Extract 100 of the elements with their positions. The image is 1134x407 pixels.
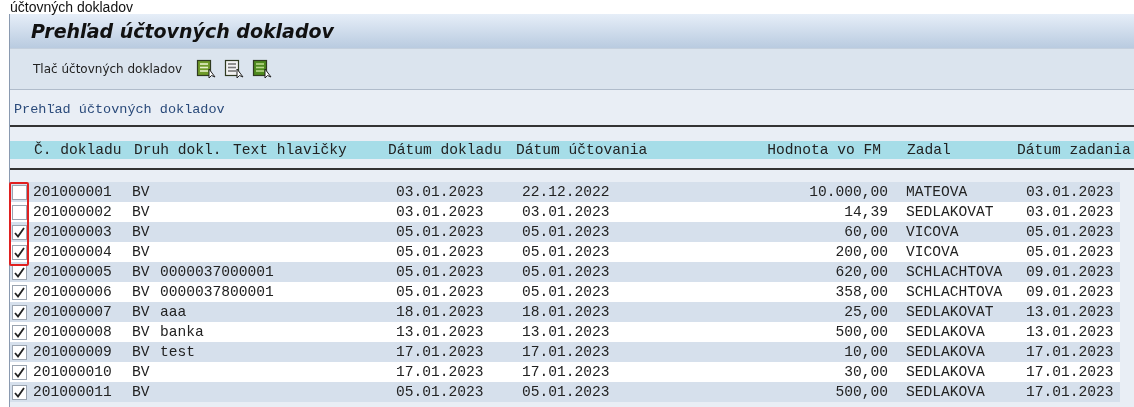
table-cell-text: 05.01.2023 xyxy=(522,384,611,400)
column-header: Dátum zadania xyxy=(1017,142,1132,158)
toolbar-label: Tlač účtovných dokladov xyxy=(33,62,183,76)
table-cell-text: BV xyxy=(132,224,151,240)
table-cell-text: SEDLAKOVAT xyxy=(906,304,995,320)
table-cell-text: BV xyxy=(132,204,151,220)
table-cell-text: SEDLAKOVA xyxy=(906,344,986,360)
table-cell-text: 14,39 xyxy=(843,204,888,220)
table-cell-text: 22.12.2022 xyxy=(522,184,611,200)
table-cell-text: BV xyxy=(132,324,151,340)
table-cell-text: 201000009 xyxy=(33,344,113,360)
table-cell-text: 201000011 xyxy=(33,384,113,400)
table-cell-text: 200,00 xyxy=(834,244,888,260)
table-cell-text: banka xyxy=(160,324,205,340)
table-cell-text: 17.01.2023 xyxy=(522,364,611,380)
table-cell-text: 60,00 xyxy=(843,224,888,240)
list-title: Prehľad účtovných dokladov xyxy=(14,102,225,117)
table-cell-text: VICOVA xyxy=(906,244,960,260)
table-cell-text: SEDLAKOVA xyxy=(906,384,986,400)
table-cell-text: BV xyxy=(132,264,151,280)
checkbox[interactable] xyxy=(12,364,27,380)
table-cell-text: 05.01.2023 xyxy=(396,244,485,260)
table-cell-text: 30,00 xyxy=(843,364,888,380)
table-cell-text: 201000007 xyxy=(33,304,113,320)
column-header: Text hlavičky xyxy=(233,142,348,158)
table-cell-text: SEDLAKOVA xyxy=(906,324,986,340)
table-cell-text: SCHLACHTOVA xyxy=(906,284,1004,300)
column-header: Druh dokl. xyxy=(134,142,223,158)
table-cell-text: 03.01.2023 xyxy=(396,204,485,220)
document-arrow-icon[interactable] xyxy=(224,59,245,79)
table-cell-text: SCHLACHTOVA xyxy=(906,264,1004,280)
table-cell-text: 13.01.2023 xyxy=(396,324,485,340)
table-cell-text: 201000005 xyxy=(33,264,113,280)
table-cell-text: 25,00 xyxy=(843,304,888,320)
checkbox[interactable] xyxy=(12,244,27,260)
table-cell-text: 03.01.2023 xyxy=(396,184,485,200)
table-cell-text: VICOVA xyxy=(906,224,960,240)
table-cell-text: MATEOVA xyxy=(906,184,969,200)
table-cell-text: 201000002 xyxy=(33,204,113,220)
table-cell-text: 17.01.2023 xyxy=(1026,364,1115,380)
table-cell-text: 05.01.2023 xyxy=(522,244,611,260)
table-cell-text: BV xyxy=(132,364,151,380)
table-cell-text: 17.01.2023 xyxy=(1026,344,1115,360)
page-caption: účtovných dokladov xyxy=(9,0,133,14)
table-cell-text: BV xyxy=(132,184,151,200)
table-cell-text: 09.01.2023 xyxy=(1026,284,1115,300)
table-cell-text: SEDLAKOVA xyxy=(906,364,986,380)
table-cell-text: SEDLAKOVAT xyxy=(906,204,995,220)
table-cell-text: BV xyxy=(132,244,151,260)
table-cell-text: BV xyxy=(132,384,151,400)
table-cell-text: 500,00 xyxy=(834,384,888,400)
table-cell-text: 03.01.2023 xyxy=(522,204,611,220)
checkbox[interactable] xyxy=(12,284,27,300)
checkbox[interactable] xyxy=(12,324,27,340)
checkbox[interactable] xyxy=(12,204,27,220)
table-cell-text: aaa xyxy=(160,304,188,320)
table-cell-text: 17.01.2023 xyxy=(1026,384,1115,400)
table-cell-text: 201000008 xyxy=(33,324,113,340)
column-header: Dátum dokladu xyxy=(388,142,503,158)
table-cell-text: 0000037800001 xyxy=(160,284,275,300)
checkbox[interactable] xyxy=(12,344,27,360)
window-title: Prehľad účtovných dokladov xyxy=(31,20,334,42)
table-cell-text: 03.01.2023 xyxy=(1026,184,1115,200)
table-cell-text: 05.01.2023 xyxy=(396,284,485,300)
table-cell-text: 201000010 xyxy=(33,364,113,380)
table-cell-text: 10,00 xyxy=(843,344,888,360)
table-cell-text: 500,00 xyxy=(834,324,888,340)
table-cell-text: 13.01.2023 xyxy=(1026,324,1115,340)
table-cell-text: 358,00 xyxy=(834,284,888,300)
table-cell-text: 18.01.2023 xyxy=(396,304,485,320)
table-cell-text: 201000004 xyxy=(33,244,113,260)
table-cell-text: 0000037000001 xyxy=(160,264,275,280)
table-cell-text: 17.01.2023 xyxy=(396,344,485,360)
column-header: Zadal xyxy=(907,142,952,158)
table-cell-text: 05.01.2023 xyxy=(1026,224,1115,240)
table-cell-text: 05.01.2023 xyxy=(396,384,485,400)
column-header: Dátum účtovania xyxy=(516,142,649,158)
table-cell-text: 201000003 xyxy=(33,224,113,240)
checkbox[interactable] xyxy=(12,304,27,320)
table-cell-text: 201000001 xyxy=(33,184,113,200)
table-cell-text: 620,00 xyxy=(834,264,888,280)
table-cell-text: 05.01.2023 xyxy=(396,264,485,280)
table-cell-text: test xyxy=(160,344,197,360)
table-cell-text: 05.01.2023 xyxy=(1026,244,1115,260)
table-cell-text: BV xyxy=(132,344,151,360)
table-cell-text: 13.01.2023 xyxy=(1026,304,1115,320)
table-cell-text: 05.01.2023 xyxy=(396,224,485,240)
document-arrow-icon[interactable] xyxy=(196,59,217,79)
table-cell-text: 10.000,00 xyxy=(808,184,888,200)
checkbox[interactable] xyxy=(12,184,27,200)
table-cell-text: BV xyxy=(132,284,151,300)
table-cell-text: 17.01.2023 xyxy=(522,344,611,360)
document-arrow-icon[interactable] xyxy=(252,59,273,79)
checkbox[interactable] xyxy=(12,384,27,400)
table-cell-text: 05.01.2023 xyxy=(522,224,611,240)
table-cell-text: 17.01.2023 xyxy=(396,364,485,380)
checkbox[interactable] xyxy=(12,224,27,240)
table-cell-text: BV xyxy=(132,304,151,320)
table-cell-text: 03.01.2023 xyxy=(1026,204,1115,220)
table-cell-text: 18.01.2023 xyxy=(522,304,611,320)
